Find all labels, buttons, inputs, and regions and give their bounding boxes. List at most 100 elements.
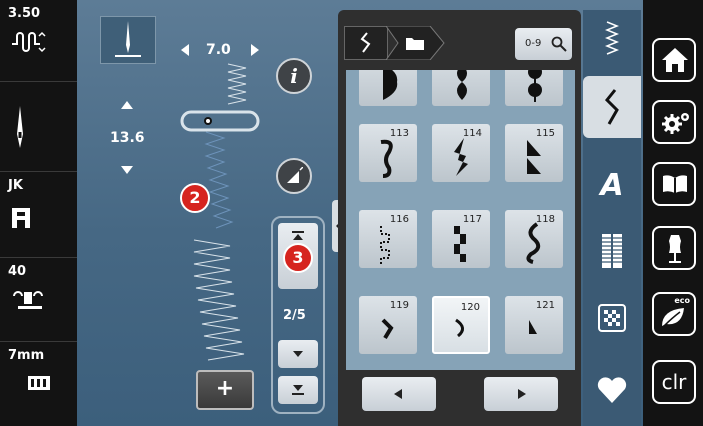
arrow-left-icon bbox=[394, 389, 402, 399]
stitch-pattern-icon bbox=[528, 70, 542, 102]
scroll-bottom-button[interactable] bbox=[278, 376, 318, 404]
stitch-number: 120 bbox=[460, 302, 480, 313]
quilt-icon bbox=[598, 304, 626, 332]
stitch-width-cell[interactable]: 3.50 bbox=[0, 0, 77, 82]
sewing-machine-screen: 3.50 JK 40 7mm 13.6 7.0 i 2 3 2/5 + 0-9 … bbox=[0, 0, 703, 426]
category-tabs: A bbox=[583, 10, 641, 426]
stitch-pattern-icon bbox=[526, 222, 541, 264]
stitch-tile[interactable]: 113 bbox=[359, 124, 417, 182]
stitch-tile-selected[interactable]: 120 bbox=[432, 296, 490, 354]
info-button[interactable]: i bbox=[276, 58, 312, 94]
stitch-tile[interactable]: 116 bbox=[359, 210, 417, 268]
stitch-tile[interactable]: 117 bbox=[432, 210, 490, 268]
stitch-preview bbox=[180, 63, 260, 361]
stitch-tile[interactable] bbox=[359, 70, 417, 106]
eco-label: eco bbox=[674, 296, 690, 305]
stitch-pattern-icon bbox=[381, 318, 394, 340]
length-increase-arrow-icon[interactable] bbox=[120, 100, 134, 110]
stitch-pattern-icon bbox=[383, 70, 398, 100]
presser-foot-label: JK bbox=[8, 178, 23, 193]
decorative-stitch-icon bbox=[604, 89, 619, 125]
numeric-search-button[interactable]: 0-9 bbox=[515, 28, 572, 60]
callout-badge-3: 3 bbox=[283, 243, 313, 273]
tab-quilt-stitches[interactable] bbox=[583, 290, 641, 346]
stitch-pattern-icon bbox=[529, 320, 537, 334]
stitch-width-edit-value: 7.0 bbox=[206, 42, 231, 58]
stitch-grid: 113 114 115 116 117 118 119 120 121 bbox=[346, 70, 575, 370]
stitch-pattern-icon bbox=[454, 138, 468, 176]
tab-personal-program[interactable] bbox=[583, 360, 641, 416]
width-decrease-arrow-icon[interactable] bbox=[180, 43, 190, 57]
sewing-consultant-button[interactable] bbox=[652, 226, 696, 270]
breadcrumb-folder[interactable] bbox=[386, 26, 446, 60]
setup-button[interactable] bbox=[652, 100, 696, 144]
stitch-tile[interactable] bbox=[505, 70, 563, 106]
plus-icon: + bbox=[215, 376, 235, 401]
stitch-width-icon bbox=[12, 31, 46, 53]
tab-decorative-stitches[interactable] bbox=[583, 76, 641, 138]
stitch-number: 119 bbox=[389, 300, 409, 311]
length-decrease-arrow-icon[interactable] bbox=[120, 165, 134, 175]
stitch-pattern-icon bbox=[380, 226, 390, 264]
add-stitch-button[interactable]: + bbox=[196, 370, 254, 410]
needle-cell[interactable] bbox=[0, 82, 77, 172]
stitch-tile[interactable] bbox=[432, 70, 490, 106]
stitch-pattern-icon bbox=[455, 318, 464, 338]
scroll-down-button[interactable] bbox=[278, 340, 318, 368]
tab-buttonholes[interactable] bbox=[583, 222, 641, 278]
stitch-pattern-icon bbox=[527, 140, 541, 174]
alphabet-icon: A bbox=[600, 168, 624, 203]
leaf-icon bbox=[662, 308, 684, 327]
feed-dog-icon bbox=[28, 376, 50, 390]
stitch-width-value: 3.50 bbox=[8, 6, 41, 21]
stitch-pattern-icon bbox=[380, 139, 393, 178]
foot-pressure-icon bbox=[13, 291, 43, 309]
previous-page-button[interactable] bbox=[362, 377, 436, 411]
stitch-pattern-icon bbox=[454, 226, 466, 262]
heart-icon bbox=[597, 377, 627, 403]
tab-practical-stitches[interactable] bbox=[583, 10, 641, 66]
foot-pressure-value: 40 bbox=[8, 264, 27, 279]
eco-mode-button[interactable]: eco bbox=[652, 292, 696, 336]
breadcrumb-stitch-category[interactable] bbox=[344, 26, 388, 60]
home-button[interactable] bbox=[652, 38, 696, 82]
info-icon: i bbox=[290, 64, 298, 88]
stitch-tile[interactable]: 119 bbox=[359, 296, 417, 354]
stitch-tile[interactable]: 114 bbox=[432, 124, 490, 182]
stitch-tile[interactable]: 121 bbox=[505, 296, 563, 354]
left-status-panel: 3.50 JK 40 7mm bbox=[0, 0, 77, 426]
zigzag-stitch-icon bbox=[604, 21, 620, 55]
buttonhole-icon bbox=[602, 234, 622, 268]
right-system-panel: eco clr bbox=[643, 0, 703, 426]
needle-icon bbox=[17, 106, 23, 148]
search-icon bbox=[551, 36, 567, 52]
mirror-triangle-icon bbox=[287, 167, 303, 183]
guide-button[interactable] bbox=[652, 162, 696, 206]
numeric-search-label: 0-9 bbox=[525, 38, 542, 49]
clr-label: clr bbox=[661, 370, 687, 394]
width-increase-arrow-icon[interactable] bbox=[250, 43, 260, 57]
scroll-first-icon bbox=[292, 231, 304, 240]
needle-position-button[interactable] bbox=[100, 16, 156, 64]
dress-form-icon bbox=[669, 235, 681, 263]
callout-badge-2: 2 bbox=[180, 183, 210, 213]
page-indicator: 2/5 bbox=[283, 308, 306, 323]
presser-foot-cell[interactable]: JK bbox=[0, 172, 77, 258]
next-page-button[interactable] bbox=[484, 377, 558, 411]
foot-pressure-cell[interactable]: 40 bbox=[0, 258, 77, 342]
presser-foot-icon bbox=[12, 208, 30, 228]
feed-dog-label: 7mm bbox=[8, 348, 45, 363]
scroll-last-icon bbox=[292, 385, 304, 395]
stitch-zigzag-icon bbox=[360, 32, 371, 53]
stitch-length-value: 13.6 bbox=[110, 130, 145, 146]
arrow-right-icon bbox=[518, 389, 526, 399]
clear-button[interactable]: clr bbox=[652, 360, 696, 404]
home-icon bbox=[662, 48, 688, 72]
tab-alphabets[interactable]: A bbox=[583, 160, 641, 216]
open-book-icon bbox=[663, 175, 687, 193]
feed-dog-cell[interactable]: 7mm bbox=[0, 342, 77, 426]
stitch-tile[interactable]: 115 bbox=[505, 124, 563, 182]
mirror-edit-button[interactable] bbox=[276, 158, 312, 194]
stitch-number: 121 bbox=[535, 300, 555, 311]
stitch-tile[interactable]: 118 bbox=[505, 210, 563, 268]
